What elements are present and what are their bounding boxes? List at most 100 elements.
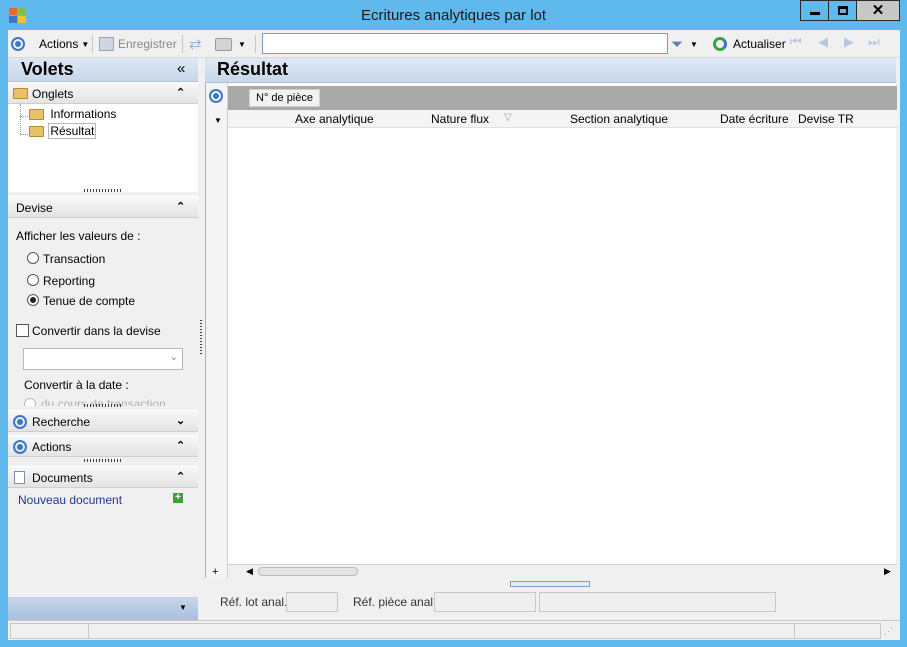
resize-grip[interactable] bbox=[84, 189, 122, 192]
folder-icon bbox=[13, 88, 28, 99]
first-record-icon[interactable]: ⏮ bbox=[790, 34, 802, 50]
scroll-left-icon[interactable]: ◀ bbox=[246, 566, 253, 577]
column-header-devise[interactable]: Devise TR bbox=[798, 112, 854, 126]
chevron-down-icon[interactable]: ▼ bbox=[214, 116, 222, 125]
filter-icon: ⏷ bbox=[671, 35, 684, 53]
convert-checkbox[interactable] bbox=[16, 324, 29, 337]
recherche-section-header[interactable]: Recherche ⌄ bbox=[8, 410, 198, 432]
resize-grip-icon[interactable]: ⋰ bbox=[884, 626, 893, 637]
folder-icon bbox=[29, 109, 44, 120]
devise-label: Devise bbox=[16, 201, 53, 215]
convert-checkbox-label: Convertir dans la devise bbox=[32, 324, 161, 338]
minimize-icon bbox=[809, 12, 820, 15]
column-filter-icon[interactable]: ▽ bbox=[504, 112, 512, 123]
tab-informations[interactable]: Informations bbox=[29, 107, 116, 121]
onglets-section-header[interactable]: Onglets ⌃ bbox=[8, 82, 198, 104]
target-icon bbox=[13, 415, 27, 429]
devise-prompt: Afficher les valeurs de : bbox=[16, 229, 141, 243]
column-headers: Axe analytique Nature flux ▽ Section ana… bbox=[228, 110, 897, 128]
chevron-up-icon: ⌃ bbox=[176, 471, 186, 483]
column-header-axe[interactable]: Axe analytique bbox=[295, 112, 374, 126]
maximize-button[interactable] bbox=[828, 0, 857, 21]
collapse-pane-icon[interactable]: « bbox=[177, 60, 185, 77]
refresh-icon bbox=[713, 37, 727, 51]
printer-icon bbox=[215, 37, 232, 51]
chevron-up-icon: ⌃ bbox=[176, 201, 186, 213]
actions-menu-button[interactable]: Actions ▼ bbox=[39, 34, 89, 54]
result-header: Résultat bbox=[205, 58, 896, 83]
chevron-down-icon: ▼ bbox=[81, 39, 90, 49]
target-icon[interactable] bbox=[209, 89, 223, 103]
save-icon bbox=[99, 37, 114, 51]
client-area: Actions ▼ Enregistrer ⇄ ▼ ⏷ ▼ Actualiser… bbox=[8, 30, 900, 640]
ref-piece-field[interactable] bbox=[434, 592, 536, 612]
close-button[interactable]: ✕ bbox=[856, 0, 900, 21]
result-grid: ▼ + N° de pièce Axe analytique Nature fl… bbox=[205, 83, 897, 578]
target-icon bbox=[13, 440, 27, 454]
refresh-label: Actualiser bbox=[733, 37, 786, 51]
scroll-right-icon[interactable]: ▶ bbox=[884, 566, 891, 577]
onglets-panel: Informations Résultat bbox=[8, 104, 198, 192]
currency-select[interactable]: ⌄ bbox=[23, 348, 183, 370]
toolbar-separator bbox=[182, 35, 183, 53]
tree-line bbox=[20, 134, 28, 135]
column-header-date[interactable]: Date écriture bbox=[720, 112, 789, 126]
save-label: Enregistrer bbox=[118, 37, 177, 51]
save-button[interactable]: Enregistrer bbox=[99, 34, 177, 54]
ref-lot-label: Réf. lot anal. bbox=[220, 595, 288, 609]
title-bar: Ecritures analytiques par lot ✕ bbox=[0, 0, 907, 30]
refresh-button[interactable]: Actualiser bbox=[713, 34, 786, 54]
sync-icon[interactable]: ⇄ bbox=[189, 34, 202, 54]
add-row-icon[interactable]: + bbox=[212, 566, 218, 578]
ref-lot-field[interactable] bbox=[286, 592, 338, 612]
window-title: Ecritures analytiques par lot bbox=[360, 7, 547, 24]
scrollbar-thumb[interactable] bbox=[258, 567, 358, 576]
devise-panel: Afficher les valeurs de : Transaction Re… bbox=[8, 218, 198, 406]
last-record-icon[interactable]: ⏭ bbox=[868, 34, 880, 50]
chevron-up-icon: ⌃ bbox=[176, 87, 186, 99]
volets-title: Volets bbox=[21, 59, 74, 79]
actions-section-header[interactable]: Actions ⌃ bbox=[8, 435, 198, 457]
column-header-nature[interactable]: Nature flux bbox=[431, 112, 489, 126]
new-document-link[interactable]: Nouveau document bbox=[18, 493, 122, 507]
resize-grip[interactable] bbox=[84, 404, 122, 407]
radio-tenue-de-compte[interactable] bbox=[27, 294, 39, 306]
documents-label: Documents bbox=[32, 471, 93, 485]
radio-transaction[interactable] bbox=[27, 252, 39, 264]
print-button[interactable]: ▼ bbox=[215, 34, 246, 54]
splitter-grip[interactable] bbox=[200, 320, 202, 356]
reference-fields: Réf. lot anal. Réf. pièce anal. bbox=[205, 578, 896, 620]
chevron-up-icon: ⌃ bbox=[176, 440, 186, 452]
actions-label: Actions bbox=[32, 440, 72, 454]
folder-open-icon bbox=[29, 126, 44, 137]
chevron-down-icon: ▼ bbox=[690, 39, 698, 49]
tab-informations-label: Informations bbox=[50, 107, 117, 121]
target-icon[interactable] bbox=[11, 34, 25, 54]
status-cell bbox=[88, 623, 795, 639]
previous-record-icon[interactable]: ◀ bbox=[818, 34, 828, 50]
column-header-section[interactable]: Section analytique bbox=[570, 112, 668, 126]
chevron-down-icon[interactable]: ▼ bbox=[179, 603, 187, 612]
add-icon[interactable]: + bbox=[173, 493, 183, 503]
radio-date-option[interactable] bbox=[24, 398, 36, 406]
toolbar: Actions ▼ Enregistrer ⇄ ▼ ⏷ ▼ Actualiser… bbox=[8, 30, 900, 58]
pane-footer: ▼ bbox=[8, 597, 198, 620]
radio-reporting[interactable] bbox=[27, 274, 39, 286]
chevron-down-icon: ▼ bbox=[238, 39, 246, 49]
volets-header: Volets « bbox=[8, 58, 198, 82]
grid-row-header: ▼ + bbox=[206, 83, 228, 578]
filter-button[interactable]: ⏷ ▼ bbox=[671, 34, 698, 54]
toolbar-separator bbox=[92, 35, 93, 53]
resize-grip[interactable] bbox=[84, 459, 122, 462]
search-input[interactable] bbox=[262, 33, 668, 54]
next-record-icon[interactable]: ▶ bbox=[844, 34, 854, 50]
status-cell bbox=[10, 623, 89, 639]
group-by-chip[interactable]: N° de pièce bbox=[249, 89, 320, 107]
minimize-button[interactable] bbox=[800, 0, 829, 21]
ref-piece-extra-field[interactable] bbox=[539, 592, 776, 612]
horizontal-scrollbar[interactable]: ◀ ▶ bbox=[228, 564, 897, 578]
documents-section-header[interactable]: Documents ⌃ bbox=[8, 466, 198, 488]
devise-section-header[interactable]: Devise ⌃ bbox=[8, 196, 198, 218]
convert-date-label: Convertir à la date : bbox=[24, 378, 129, 392]
tab-resultat[interactable]: Résultat bbox=[29, 123, 97, 139]
